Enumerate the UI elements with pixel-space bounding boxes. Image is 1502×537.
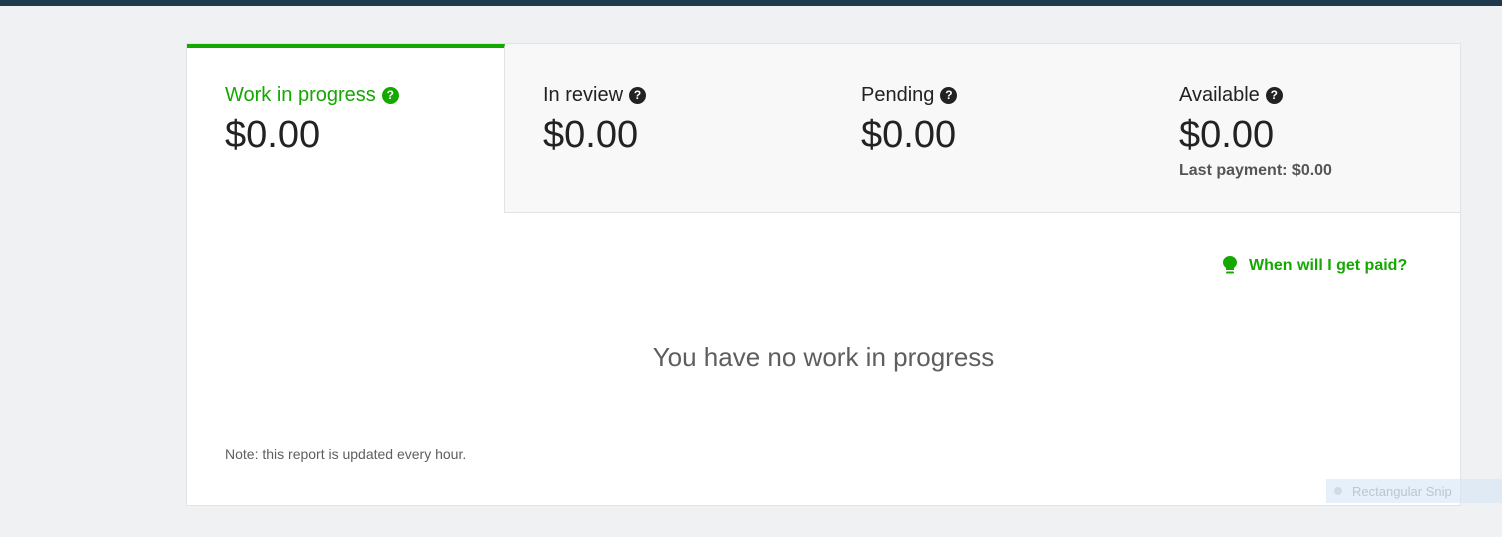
rectangular-snip-overlay[interactable]: Rectangular Snip (1326, 479, 1502, 503)
last-payment: Last payment: $0.00 (1179, 162, 1332, 179)
tab-amount: $0.00 (861, 114, 957, 156)
tab-label: Available ? (1179, 82, 1459, 108)
tab-pending[interactable]: Pending ? $0.00 (823, 44, 1141, 212)
help-icon[interactable]: ? (940, 86, 958, 104)
empty-state-message: You have no work in progress (652, 342, 995, 372)
tab-label-text: In review (543, 84, 624, 106)
tab-work-in-progress[interactable]: Work in progress ? $0.00 (187, 44, 505, 213)
earnings-card: Work in progress ? $0.00 In review ? $0.… (186, 43, 1461, 506)
help-icon[interactable]: ? (381, 86, 399, 104)
when-paid-link[interactable]: When will I get paid? (1223, 256, 1407, 276)
when-paid-link-text: When will I get paid? (1249, 257, 1408, 274)
help-icon[interactable]: ? (1265, 86, 1283, 104)
top-nav-bar (0, 0, 1502, 6)
snip-label: Rectangular Snip (1352, 483, 1452, 499)
help-icon[interactable]: ? (629, 86, 647, 104)
tab-amount: $0.00 (225, 114, 321, 156)
tab-amount: $0.00 (543, 114, 639, 156)
tab-label-text: Available (1179, 84, 1260, 106)
snip-icon (1334, 487, 1342, 495)
tab-label-text: Pending (861, 84, 935, 106)
tab-label: Work in progress ? (225, 82, 504, 108)
earnings-tabs: Work in progress ? $0.00 In review ? $0.… (187, 44, 1460, 213)
tab-label: In review ? (543, 82, 823, 108)
tab-amount: $0.00 (1179, 114, 1275, 156)
tab-label: Pending ? (861, 82, 1141, 108)
lightbulb-icon (1223, 256, 1237, 274)
tab-in-review[interactable]: In review ? $0.00 (505, 44, 823, 212)
report-note: Note: this report is updated every hour. (225, 446, 467, 462)
tab-available[interactable]: Available ? $0.00 Last payment: $0.00 (1141, 44, 1459, 212)
tab-label-text: Work in progress (225, 84, 376, 106)
